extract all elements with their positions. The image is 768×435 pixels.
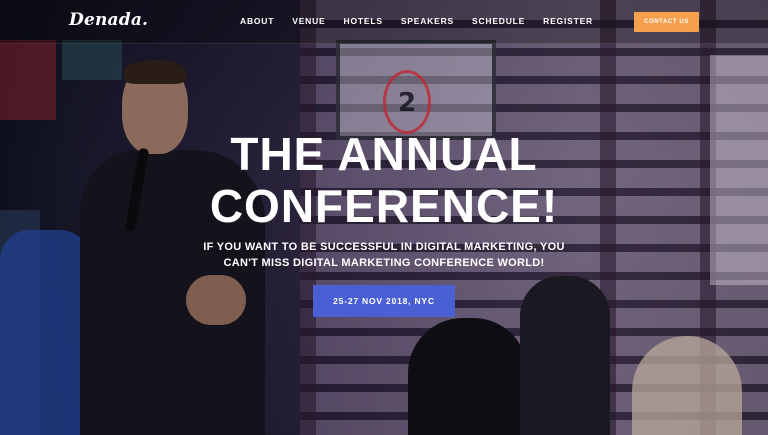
nav-speakers[interactable]: SPEAKERS xyxy=(401,16,454,26)
audience-member xyxy=(632,336,742,435)
speaker-hair xyxy=(124,60,186,84)
hero-headline: THE ANNUAL CONFERENCE! xyxy=(0,128,768,232)
event-date-button[interactable]: 25-27 NOV 2018, NYC xyxy=(313,285,455,317)
hero-subheadline-line2: CAN'T MISS DIGITAL MARKETING CONFERENCE … xyxy=(223,257,545,269)
nav-about[interactable]: ABOUT xyxy=(240,16,274,26)
hero-headline-line1: THE ANNUAL xyxy=(230,128,538,180)
audience-member xyxy=(408,318,528,435)
nav-schedule[interactable]: SCHEDULE xyxy=(472,16,525,26)
speaker-arm xyxy=(186,275,246,325)
nav-register[interactable]: REGISTER xyxy=(543,16,593,26)
contact-us-button[interactable]: CONTACT US xyxy=(634,12,699,32)
stage-screen-number: 2 xyxy=(398,88,417,118)
hero-subheadline: IF YOU WANT TO BE SUCCESSFUL IN DIGITAL … xyxy=(0,239,768,271)
background-sign xyxy=(0,40,56,120)
hero-headline-line2: CONFERENCE! xyxy=(209,180,559,232)
main-nav: ABOUT VENUE HOTELS SPEAKERS SCHEDULE REG… xyxy=(240,16,611,26)
background-sign xyxy=(62,40,122,80)
top-navbar: Denada. ABOUT VENUE HOTELS SPEAKERS SCHE… xyxy=(0,0,768,44)
nav-venue[interactable]: VENUE xyxy=(292,16,325,26)
site-logo[interactable]: Denada. xyxy=(69,10,148,30)
audience-member xyxy=(520,276,610,435)
hero-subheadline-line1: IF YOU WANT TO BE SUCCESSFUL IN DIGITAL … xyxy=(203,241,565,253)
nav-hotels[interactable]: HOTELS xyxy=(344,16,383,26)
